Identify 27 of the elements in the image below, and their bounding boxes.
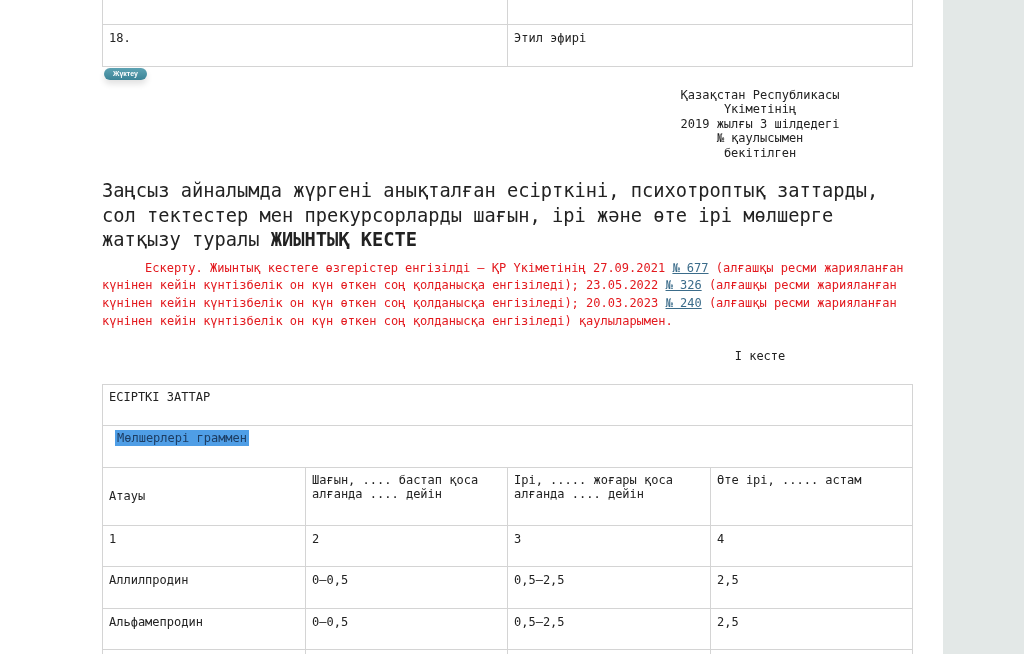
resolution-link[interactable]: № 677: [672, 260, 709, 275]
table-cell: Альфамепродин: [102, 608, 306, 650]
table-caption: І кесте: [733, 349, 787, 364]
column-header: Өте ірі, ..... астам: [710, 467, 913, 526]
table-cell: 3: [507, 525, 711, 567]
column-header: Ірі, ..... жоғары қоса алғанда .... дейін: [507, 467, 711, 526]
table-cell: 4: [710, 525, 913, 567]
table-cell: 2,5: [710, 608, 913, 650]
table-cell: 0,5–2,5: [507, 566, 711, 609]
table-cell: 0–0,5: [305, 608, 508, 650]
amendment-note: Ескерту. Жиынтық кестеге өзгерістер енгізілді – ҚР Үкіметінің 27.09.2021 № 677 (алғашқы ресми жарияланған күнінен кейін күнтізбелік он күн өткен соң қолданысқа енгізіледі); 23.05.2022 № 326 (алғашқы ресми жарияланған күнінен кейін күнтізбелік он күн өткен соң қолданысқа енгізіледі); 20.03.2023 № 240 (алғашқы ресми жарияланған күнінен кейін күнтізбелік он күн өткен соң қолданысқа енгізіледі) қаулыларымен.: [102, 259, 905, 330]
table-cell: 2,5: [710, 566, 913, 609]
approval-note: Қазақстан Республикасы Үкіметінің 2019 жылғы 3 шілдедегі № қаулысымен бекітілген: [679, 87, 841, 160]
resolution-link[interactable]: № 326: [665, 278, 702, 293]
table-cell: ЕСІРТКІ ЗАТТАР: [102, 384, 913, 426]
table-cell: Аллилпродин: [102, 566, 306, 609]
resolution-link[interactable]: № 240: [665, 295, 702, 310]
column-header: Шағын, .... бастап қоса алғанда .... дейін: [305, 467, 508, 526]
table-cell: Этил эфирі: [507, 24, 913, 66]
units-label: Мөлшерлері граммен: [115, 429, 250, 446]
table-cell: 1: [102, 525, 306, 567]
column-header: Атауы: [102, 467, 306, 526]
page-title: Заңсыз айналымда жүргені анықталған есірткіні, психотроптық заттарды, сол тектестер мен прекурсорларды шағын, ірі және өте ірі мөлшерге жатқызу туралы ЖИЫНТЫҚ КЕСТЕ: [102, 179, 880, 252]
table-cell: 0–0,5: [305, 566, 508, 609]
table-cell: 18.: [102, 24, 508, 66]
table-cell: 0,5–2,5: [507, 608, 711, 650]
table-cell: 2: [305, 525, 508, 567]
